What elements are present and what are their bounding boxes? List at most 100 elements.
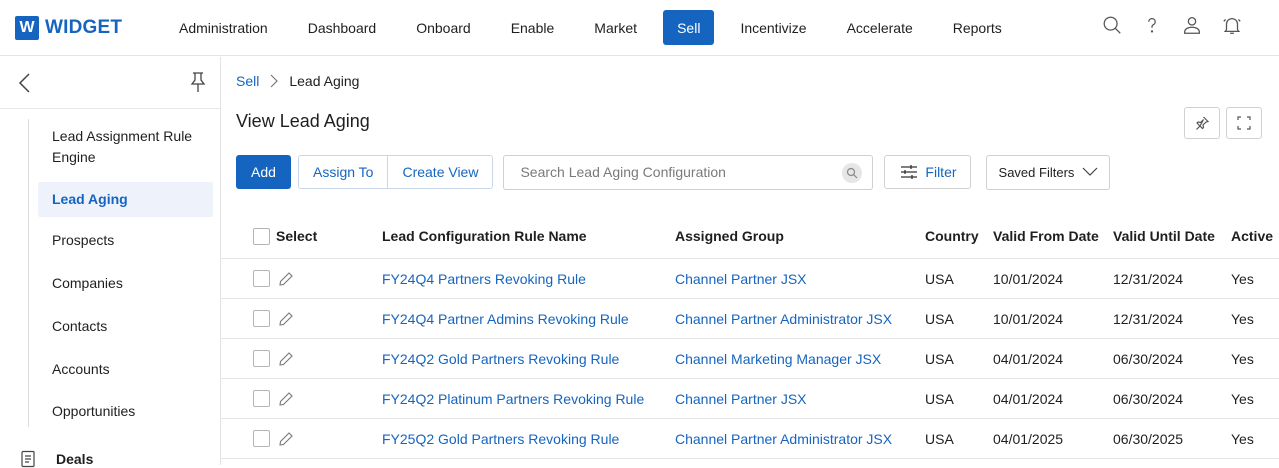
- table-row: FY24Q2 Gold Partners Revoking Rule Chann…: [221, 339, 1279, 379]
- header-select: Select: [276, 228, 318, 244]
- sliders-icon: [901, 165, 918, 179]
- fullscreen-icon: [1237, 116, 1251, 130]
- select-all-cell: Select: [253, 214, 317, 258]
- sidebar-item-opportunities[interactable]: Opportunities: [38, 396, 213, 426]
- row-checkbox-cell: [253, 339, 270, 378]
- valid-from-cell: 10/01/2024: [993, 270, 1064, 287]
- rule-name-link[interactable]: FY25Q2 Gold Partners Revoking Rule: [382, 419, 619, 458]
- header-group[interactable]: Assigned Group: [675, 214, 784, 258]
- row-checkbox[interactable]: [253, 430, 270, 447]
- nav-item-sell[interactable]: Sell: [663, 10, 715, 45]
- table-header: Select Lead Configuration Rule Name Assi…: [221, 214, 1279, 259]
- bell-icon[interactable]: [1221, 14, 1243, 36]
- assign-to-button[interactable]: Assign To: [299, 156, 387, 188]
- help-icon[interactable]: [1141, 14, 1163, 36]
- sidebar-item-contacts[interactable]: Contacts: [38, 311, 213, 341]
- nav-item-administration[interactable]: Administration: [165, 10, 282, 45]
- sidebar-item-deals[interactable]: Deals: [20, 450, 93, 468]
- table-row: FY25Q2 Gold Partners Revoking Rule Chann…: [221, 419, 1279, 459]
- assigned-group-link[interactable]: Channel Partner Administrator JSX: [675, 299, 892, 338]
- valid-until-cell: 06/30/2024: [1113, 390, 1184, 407]
- header-active[interactable]: Active: [1231, 214, 1273, 258]
- row-checkbox-cell: [253, 259, 270, 298]
- valid-until-cell: 06/30/2025: [1113, 430, 1184, 447]
- rule-name-link[interactable]: FY24Q4 Partner Admins Revoking Rule: [382, 299, 629, 338]
- assigned-group-link[interactable]: Channel Partner JSX: [675, 259, 807, 298]
- row-checkbox[interactable]: [253, 270, 270, 287]
- row-checkbox-cell: [253, 419, 270, 458]
- assigned-group-link[interactable]: Channel Marketing Manager JSX: [675, 339, 881, 378]
- search-icon[interactable]: [842, 162, 863, 183]
- nav-item-enable[interactable]: Enable: [497, 10, 569, 45]
- view-controls: [1184, 107, 1262, 139]
- country-cell: USA: [925, 270, 954, 287]
- valid-until-cell: 12/31/2024: [1113, 310, 1184, 327]
- filter-button[interactable]: Filter: [884, 155, 972, 189]
- active-cell: Yes: [1231, 390, 1254, 407]
- sidebar-item-companies[interactable]: Companies: [38, 268, 213, 298]
- sidebar-list: Lead Assignment Rule Engine Lead Aging P…: [28, 119, 218, 427]
- valid-from-cell: 10/01/2024: [993, 310, 1064, 327]
- header-valid-from[interactable]: Valid From Date: [993, 214, 1099, 258]
- row-checkbox-cell: [253, 299, 270, 338]
- table-row: FY24Q4 Partner Admins Revoking Rule Chan…: [221, 299, 1279, 339]
- edit-icon[interactable]: [278, 259, 294, 298]
- active-cell: Yes: [1231, 350, 1254, 367]
- chevron-left-icon[interactable]: [14, 71, 36, 95]
- filter-label: Filter: [925, 164, 957, 180]
- user-icon[interactable]: [1181, 14, 1203, 36]
- nav-menu: Administration Dashboard Onboard Enable …: [165, 0, 1028, 56]
- search-input[interactable]: [520, 164, 821, 180]
- valid-from-cell: 04/01/2025: [993, 430, 1064, 447]
- nav-item-accelerate[interactable]: Accelerate: [833, 10, 927, 45]
- sidebar-header: [0, 57, 220, 109]
- search-box: [503, 154, 874, 190]
- nav-item-market[interactable]: Market: [580, 10, 651, 45]
- edit-icon[interactable]: [278, 299, 294, 338]
- valid-from-cell: 04/01/2024: [993, 350, 1064, 367]
- valid-until-cell: 06/30/2024: [1113, 350, 1184, 367]
- search-icon[interactable]: [1101, 14, 1123, 36]
- sidebar-item-prospects[interactable]: Prospects: [38, 225, 213, 255]
- breadcrumb: Sell Lead Aging: [236, 73, 359, 89]
- pin-view-button[interactable]: [1184, 107, 1220, 139]
- chevron-right-icon: [270, 74, 279, 88]
- header-country[interactable]: Country: [925, 214, 979, 258]
- rule-name-link[interactable]: FY24Q4 Partners Revoking Rule: [382, 259, 586, 298]
- assigned-group-link[interactable]: Channel Partner Administrator JSX: [675, 419, 892, 458]
- fullscreen-button[interactable]: [1226, 107, 1262, 139]
- logo-mark: W: [15, 15, 39, 40]
- rule-name-link[interactable]: FY24Q2 Gold Partners Revoking Rule: [382, 339, 619, 378]
- country-cell: USA: [925, 430, 954, 447]
- add-button[interactable]: Add: [236, 155, 291, 189]
- nav-item-incentivize[interactable]: Incentivize: [726, 10, 820, 45]
- header-valid-until[interactable]: Valid Until Date: [1113, 214, 1215, 258]
- sidebar-item-lead-aging[interactable]: Lead Aging: [38, 182, 213, 217]
- edit-icon[interactable]: [278, 419, 294, 458]
- sidebar-item-accounts[interactable]: Accounts: [38, 354, 213, 384]
- select-all-checkbox[interactable]: [253, 227, 270, 245]
- row-checkbox[interactable]: [253, 350, 270, 367]
- create-view-button[interactable]: Create View: [387, 156, 492, 188]
- nav-item-onboard[interactable]: Onboard: [402, 10, 484, 45]
- assigned-group-link[interactable]: Channel Partner JSX: [675, 379, 807, 418]
- logo-text: WIDGET: [45, 16, 123, 38]
- edit-icon[interactable]: [278, 339, 294, 378]
- row-checkbox-cell: [253, 379, 270, 418]
- nav-item-dashboard[interactable]: Dashboard: [294, 10, 391, 45]
- nav-icons: [1101, 14, 1243, 36]
- active-cell: Yes: [1231, 270, 1254, 287]
- table-row: FY24Q2 Platinum Partners Revoking Rule C…: [221, 379, 1279, 419]
- rule-name-link[interactable]: FY24Q2 Platinum Partners Revoking Rule: [382, 379, 644, 418]
- header-name[interactable]: Lead Configuration Rule Name: [382, 214, 587, 258]
- logo[interactable]: W WIDGET: [15, 15, 165, 40]
- sidebar: Lead Assignment Rule Engine Lead Aging P…: [0, 57, 221, 468]
- pin-icon[interactable]: [188, 70, 208, 94]
- row-checkbox[interactable]: [253, 390, 270, 407]
- edit-icon[interactable]: [278, 379, 294, 418]
- row-checkbox[interactable]: [253, 310, 270, 327]
- nav-item-reports[interactable]: Reports: [939, 10, 1016, 45]
- saved-filters-dropdown[interactable]: Saved Filters: [986, 154, 1111, 190]
- breadcrumb-sell[interactable]: Sell: [236, 73, 259, 89]
- sidebar-item-lead-assignment-rule-engine[interactable]: Lead Assignment Rule Engine: [38, 125, 213, 169]
